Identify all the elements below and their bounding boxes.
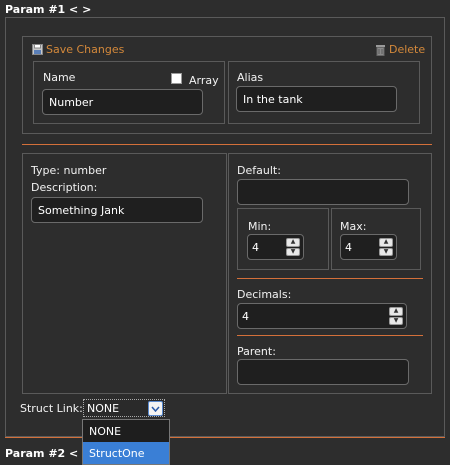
min-spinner[interactable]: ▲ ▼ — [286, 238, 300, 256]
decimals-label: Decimals: — [237, 288, 292, 301]
default-label: Default: — [237, 164, 281, 177]
save-changes-button[interactable]: Save Changes — [32, 43, 124, 56]
min-up-icon[interactable]: ▲ — [286, 238, 300, 247]
struct-link-selected: NONE — [87, 401, 120, 415]
alias-input[interactable]: In the tank — [236, 86, 397, 112]
array-checkbox[interactable] — [171, 73, 182, 84]
max-input[interactable]: 4 ▲ ▼ — [340, 234, 397, 260]
floppy-disk-icon — [32, 44, 43, 55]
alias-label: Alias — [237, 71, 264, 84]
param-divider — [5, 437, 445, 438]
name-label: Name — [43, 71, 76, 84]
struct-link-select[interactable]: NONE — [83, 399, 165, 417]
decimals-up-icon[interactable]: ▲ — [389, 307, 403, 316]
numeric-divider-1 — [237, 278, 423, 279]
name-input[interactable]: Number — [42, 89, 203, 115]
section-divider — [22, 144, 432, 145]
dropdown-option-structone[interactable]: StructOne — [83, 442, 169, 464]
delete-label: Delete — [389, 43, 426, 56]
max-label: Max: — [340, 220, 367, 233]
decimals-down-icon[interactable]: ▼ — [389, 316, 403, 325]
array-label: Array — [189, 74, 219, 87]
min-label: Min: — [248, 220, 272, 233]
struct-link-dropdown: NONE StructOne — [82, 419, 170, 465]
decimals-value: 4 — [242, 309, 249, 323]
description-input[interactable]: Something Jank — [31, 197, 203, 223]
chevron-down-icon[interactable] — [148, 401, 163, 416]
default-input[interactable] — [237, 179, 409, 205]
max-up-icon[interactable]: ▲ — [379, 238, 393, 247]
save-changes-label: Save Changes — [46, 43, 125, 56]
max-value: 4 — [345, 240, 352, 254]
min-input[interactable]: 4 ▲ ▼ — [247, 234, 304, 260]
dropdown-option-none[interactable]: NONE — [83, 420, 169, 442]
max-down-icon[interactable]: ▼ — [379, 247, 393, 256]
struct-link-label: Struct Link: — [20, 402, 83, 415]
name-value: Number — [49, 95, 94, 109]
decimals-input[interactable]: 4 ▲ ▼ — [237, 303, 407, 329]
type-text: Type: number — [31, 164, 107, 177]
max-spinner[interactable]: ▲ ▼ — [379, 238, 393, 256]
decimals-spinner[interactable]: ▲ ▼ — [389, 307, 403, 325]
delete-button[interactable]: Delete — [375, 43, 425, 56]
trash-icon — [376, 44, 385, 56]
description-value: Something Jank — [38, 203, 125, 217]
param-1-header[interactable]: Param #1 < > — [5, 3, 91, 16]
parent-input[interactable] — [237, 359, 409, 385]
parent-label: Parent: — [237, 345, 276, 358]
param-2-header[interactable]: Param #2 < > — [5, 447, 91, 460]
numeric-divider-2 — [237, 335, 423, 336]
min-value: 4 — [252, 240, 259, 254]
min-down-icon[interactable]: ▼ — [286, 247, 300, 256]
description-label: Description: — [31, 181, 98, 194]
alias-value: In the tank — [243, 92, 303, 106]
